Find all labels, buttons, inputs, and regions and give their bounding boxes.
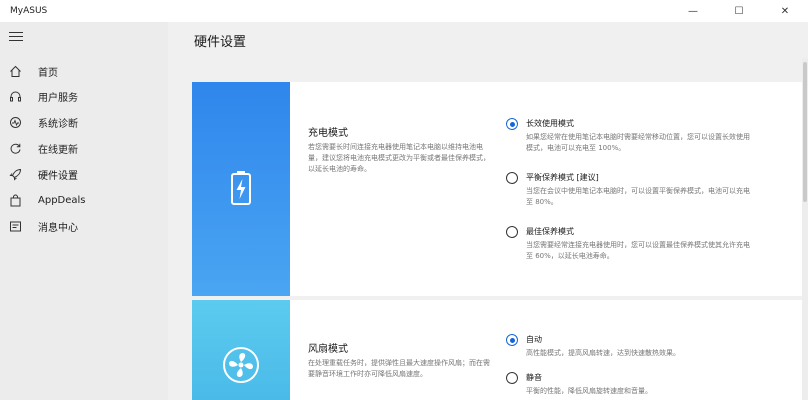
home-icon [8,64,22,78]
sidebar-item-label: 在线更新 [38,144,78,156]
fan-mode-card: 风扇模式 在处理重载任务时，提供弹性且最大速度操作风扇；而在需要静音环境工作时亦… [192,300,802,400]
main-content: 硬件设置 充电模式 若您需要长时间连接充电器使用笔记本电脑以维持电池电量，建议您… [168,22,808,400]
radio-best-care[interactable] [506,226,518,238]
charging-banner [192,82,290,296]
charging-mode-title: 充电模式 [308,128,348,139]
option-title: 最佳保养模式 [526,227,574,236]
fan-mode-description: 在处理重载任务时，提供弹性且最大速度操作风扇；而在需要静音环境工作时亦可降低风扇… [308,359,490,378]
option-description: 当您在会议中使用笔记本电脑时，可以设置平衡保养模式，电池可以充电至 80%。 [526,187,750,206]
fan-icon [223,347,259,383]
maximize-button[interactable]: ☐ [716,0,762,22]
diagnostics-icon [8,115,22,129]
sidebar-item-user-service[interactable]: 用户服务 [0,84,168,108]
sidebar-item-label: 用户服务 [38,92,78,104]
sidebar-item-label: 消息中心 [38,222,78,234]
option-description: 高性能模式，提高风扇转速，达到快速散热效果。 [526,349,680,357]
title-bar: MyASUS — ☐ ✕ [0,0,808,22]
sidebar-item-hardware-settings[interactable]: 硬件设置 [0,162,168,186]
fan-mode-title: 风扇模式 [308,344,348,355]
sidebar: 首页 用户服务 系统诊断 在线更新 硬件设置 AppDeals 消息中心 [0,22,168,400]
message-icon [8,219,22,233]
refresh-icon [8,141,22,155]
charging-mode-description: 若您需要长时间连接充电器使用笔记本电脑以维持电池电量，建议您将电池充电模式更改为… [308,143,490,173]
hamburger-menu-icon[interactable] [9,32,23,42]
sidebar-item-messages[interactable]: 消息中心 [0,214,168,238]
option-title: 自动 [526,335,542,344]
option-title: 长效使用模式 [526,119,574,128]
page-title: 硬件设置 [194,35,247,50]
radio-auto[interactable] [506,334,518,346]
scrollbar-thumb[interactable] [803,62,807,202]
close-button[interactable]: ✕ [762,0,808,22]
sidebar-item-home[interactable]: 首页 [0,59,168,83]
option-title: 静音 [526,373,542,382]
minimize-button[interactable]: — [670,0,716,22]
sidebar-item-update[interactable]: 在线更新 [0,136,168,160]
battery-icon [231,171,251,205]
sidebar-item-label: AppDeals [38,194,86,206]
radio-balanced[interactable] [506,172,518,184]
bag-icon [8,193,22,207]
sidebar-item-label: 系统诊断 [38,118,78,130]
sidebar-item-label: 首页 [38,67,58,79]
radio-longlife[interactable] [506,118,518,130]
option-description: 当您需要经常连接充电器使用时，您可以设置最佳保养模式使其允许充电至 60%，以延… [526,241,750,260]
sidebar-item-appdeals[interactable]: AppDeals [0,188,168,212]
fan-banner [192,300,290,400]
window-controls: — ☐ ✕ [670,0,808,22]
radio-silent[interactable] [506,372,518,384]
sidebar-item-label: 硬件设置 [38,170,78,182]
charging-mode-card: 充电模式 若您需要长时间连接充电器使用笔记本电脑以维持电池电量，建议您将电池充电… [192,82,802,296]
option-description: 平衡的性能，降低风扇旋转速度和音量。 [526,387,652,395]
rocket-icon [8,167,22,181]
headset-icon [8,89,22,103]
app-title: MyASUS [10,6,48,16]
sidebar-item-diagnostics[interactable]: 系统诊断 [0,110,168,134]
option-title: 平衡保养模式 [建议] [526,173,599,182]
option-description: 如果您经常在使用笔记本电脑时需要经常移动位置，您可以设置长效使用模式，电池可以充… [526,133,750,152]
